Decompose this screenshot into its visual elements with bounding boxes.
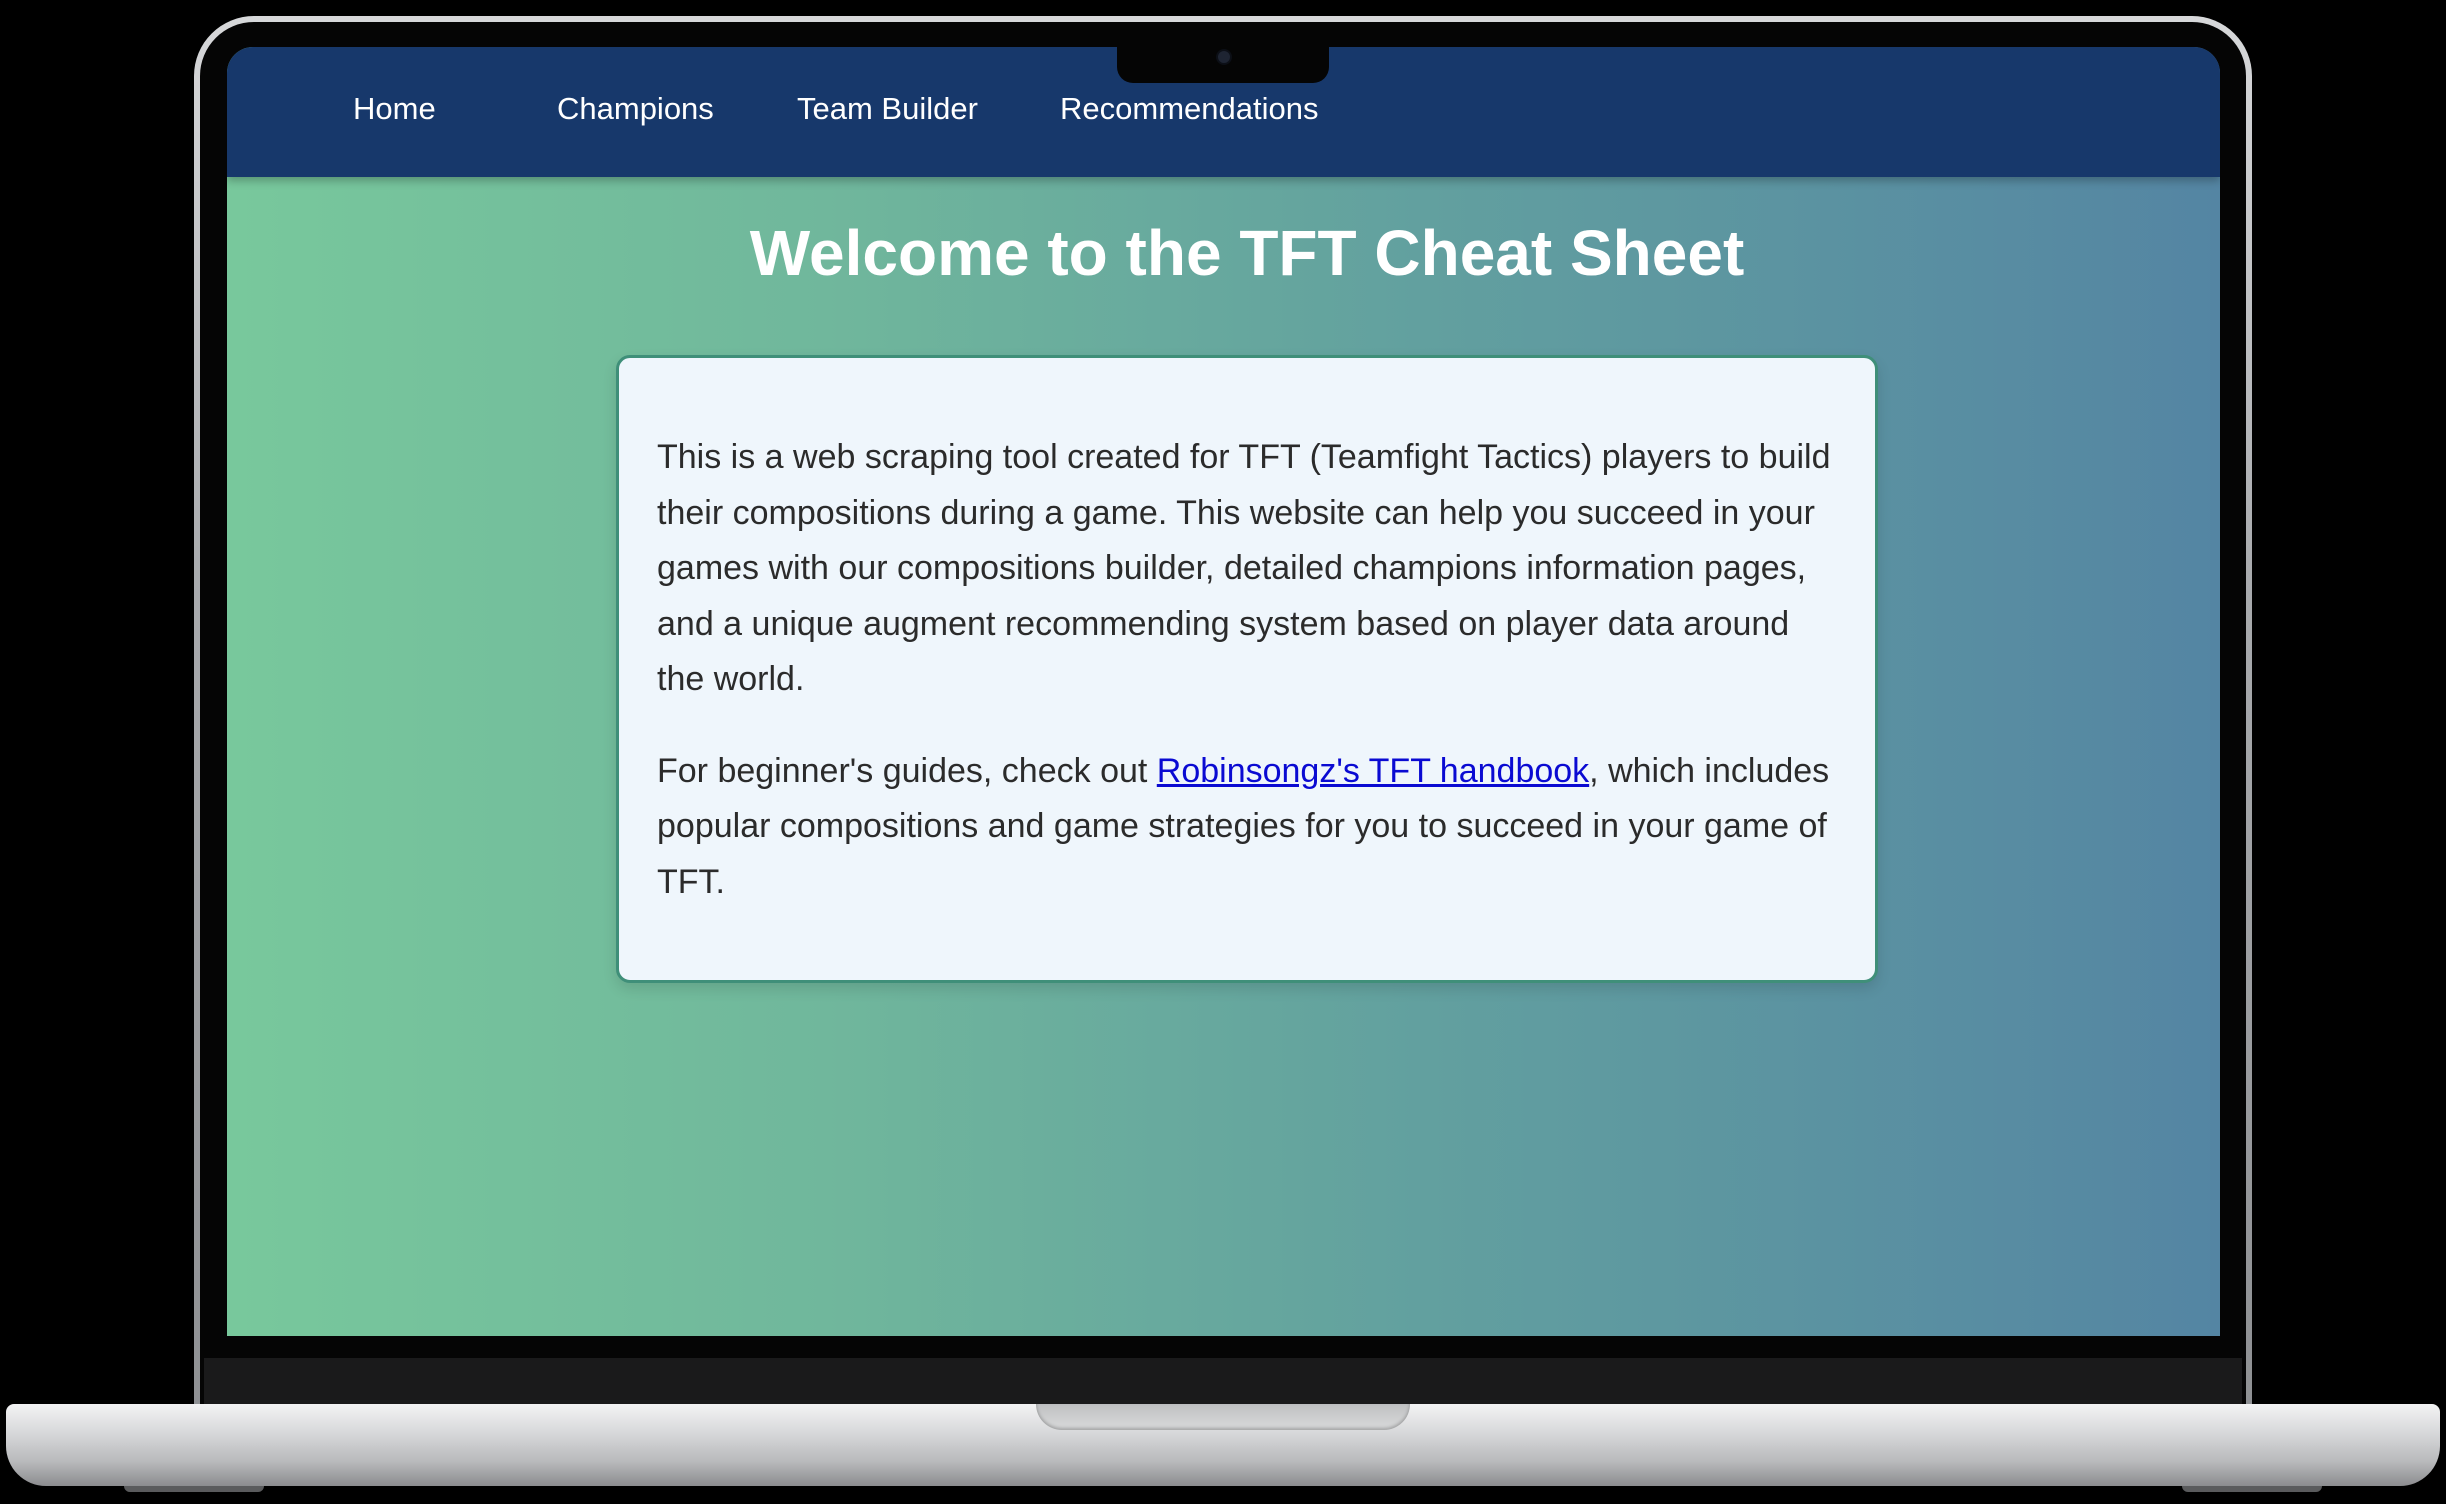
lid-opening-notch xyxy=(1036,1404,1410,1430)
nav-champions-link[interactable]: Champions xyxy=(557,91,714,127)
intro-card: This is a web scraping tool created for … xyxy=(616,355,1878,983)
nav-home-link[interactable]: Home xyxy=(353,91,436,127)
camera-icon xyxy=(1216,49,1232,65)
laptop-foot-right xyxy=(2182,1486,2322,1492)
browser-viewport: Home Champions Team Builder Recommendati… xyxy=(227,47,2220,1336)
laptop-foot-left xyxy=(124,1486,264,1492)
guide-prefix-text: For beginner's guides, check out xyxy=(657,751,1157,790)
guide-paragraph: For beginner's guides, check out Robinso… xyxy=(657,744,1837,911)
laptop-mockup: Home Champions Team Builder Recommendati… xyxy=(0,0,2446,1504)
nav-team-builder-link[interactable]: Team Builder xyxy=(797,91,978,127)
nav-recommendations-link[interactable]: Recommendations xyxy=(1060,91,1318,127)
intro-paragraph: This is a web scraping tool created for … xyxy=(657,438,1831,698)
handbook-link[interactable]: Robinsongz's TFT handbook xyxy=(1157,752,1589,790)
page-title: Welcome to the TFT Cheat Sheet xyxy=(749,217,1745,289)
laptop-chin xyxy=(204,1358,2242,1404)
